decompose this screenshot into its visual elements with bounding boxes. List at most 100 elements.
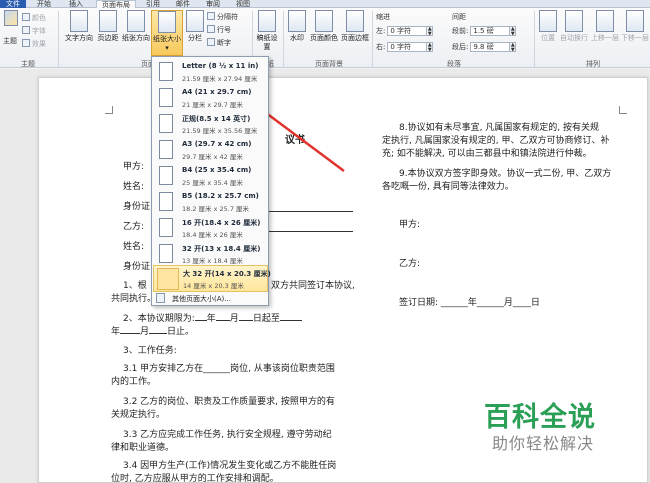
- tab-references[interactable]: 引用: [142, 0, 164, 8]
- paragraph-group-label: 段落: [447, 60, 461, 68]
- bring-forward-icon: [596, 10, 614, 32]
- indent-left-field[interactable]: 左: 0 字符 ▲ ▼: [376, 26, 434, 37]
- indent-right-field[interactable]: 右: 0 字符 ▲ ▼: [376, 42, 434, 53]
- page-icon: [159, 114, 173, 133]
- paper-size-32k[interactable]: 32 开(13 x 18.4 厘米) 13 厘米 x 18.4 厘米: [153, 241, 268, 268]
- arrange-group-label: 排列: [586, 60, 600, 68]
- theme-fonts-button[interactable]: 字体: [22, 26, 46, 37]
- more-paper-sizes-button[interactable]: 其他页面大小(A)...: [172, 294, 231, 304]
- margins-button[interactable]: 页边距: [96, 10, 120, 56]
- paper-size-16k[interactable]: 16 开(18.4 x 26 厘米) 18.4 厘米 x 26 厘米: [153, 215, 268, 242]
- spinner-arrows-icon[interactable]: ▲ ▼: [427, 26, 434, 37]
- name-label: 姓名:: [123, 182, 145, 192]
- paper-size-b5[interactable]: B5 (18.2 x 25.7 cm) 18.2 厘米 x 25.7 厘米: [153, 189, 268, 216]
- tab-review[interactable]: 审阅: [202, 0, 224, 8]
- spacing-before-field[interactable]: 段前: 1.5 磅 ▲ ▼: [452, 26, 517, 37]
- ribbon: 主题 颜色 字体 效果 主题 文字方向 页边距 纸张方向 纸张大小 ▾ 分栏 分…: [0, 8, 650, 68]
- clause-1-start: 1、根: [123, 281, 147, 291]
- theme-colors-button[interactable]: 颜色: [22, 13, 46, 24]
- line-numbers-icon: [207, 25, 215, 33]
- page-background-group-label: 页面背景: [315, 60, 343, 68]
- signature-party-b: 乙方:: [399, 259, 421, 269]
- manuscript-icon: [258, 10, 276, 32]
- theme-effects-button[interactable]: 效果: [22, 39, 46, 50]
- spinner-arrows-icon[interactable]: ▲ ▼: [427, 42, 434, 53]
- page-borders-button[interactable]: 页面边框: [340, 10, 370, 56]
- position-icon: [539, 10, 557, 32]
- bring-forward-button[interactable]: 上移一层: [590, 10, 620, 56]
- party-b-label: 乙方:: [123, 222, 145, 232]
- clause-3-1: 3.1 甲方安排乙方在______岗位, 从事该岗位职责范围: [123, 364, 335, 374]
- id-label: 身份证: [123, 262, 151, 272]
- separator: [372, 11, 373, 67]
- tab-file[interactable]: 文件: [0, 0, 26, 8]
- page-icon: [159, 244, 173, 263]
- paper-size-b4[interactable]: B4 (25 x 35.4 cm) 25 厘米 x 35.4 厘米: [153, 163, 268, 190]
- tab-insert[interactable]: 插入: [64, 0, 88, 8]
- paper-size-a4[interactable]: A4 (21 x 29.7 cm) 21 厘米 x 29.7 厘米: [153, 85, 268, 112]
- ribbon-tab-bar: 文件 开始 插入 页面布局 引用 邮件 审阅 视图: [0, 0, 650, 9]
- page-icon: [157, 268, 179, 290]
- site-watermark-subtitle: 助你轻松解决: [492, 434, 595, 453]
- watermark-button[interactable]: 水印: [287, 10, 307, 56]
- breaks-button[interactable]: 分隔符: [207, 12, 238, 23]
- id-label: 身份证: [123, 202, 151, 212]
- paper-size-letter[interactable]: Letter (8 ½ x 11 in) 21.59 厘米 x 27.94 厘米: [153, 59, 268, 86]
- clause-2-line2: 年月日止。: [111, 327, 195, 337]
- orientation-icon: [127, 10, 145, 32]
- clause-9-line2: 各吃嘅一份, 具有同等法律效力。: [382, 182, 514, 192]
- sign-date: 签订日期: ______年______月____日: [399, 298, 540, 308]
- position-button[interactable]: 位置: [537, 10, 559, 56]
- page-icon: [159, 192, 173, 211]
- page-icon: [159, 166, 173, 185]
- spinner-arrows-icon[interactable]: ▲ ▼: [510, 42, 517, 53]
- hyphenation-button[interactable]: 断字: [207, 38, 231, 49]
- paper-size-big-32k[interactable]: 大 32 开(14 x 20.3 厘米) 14 厘米 x 20.3 厘米: [153, 265, 271, 292]
- tab-view[interactable]: 视图: [232, 0, 254, 8]
- clause-8-line3: 充; 如不能解决, 可以由三都县中和镇法院进行仲裁。: [382, 149, 592, 159]
- line-numbers-button[interactable]: 行号: [207, 25, 231, 36]
- columns-button[interactable]: 分栏: [185, 10, 205, 56]
- doc-title-fragment: 议书: [285, 135, 305, 146]
- margin-corner-mark: [105, 106, 113, 114]
- send-backward-icon: [626, 10, 644, 32]
- page-icon: [159, 88, 173, 107]
- paper-size-dropdown[interactable]: Letter (8 ½ x 11 in) 21.59 厘米 x 27.94 厘米…: [151, 56, 271, 306]
- paper-size-legal[interactable]: 正规(8.5 x 14 英寸) 21.59 厘米 x 35.56 厘米: [153, 111, 268, 138]
- clause-3-1-line2: 内的工作。: [111, 377, 157, 387]
- text-direction-icon: [70, 10, 88, 32]
- send-backward-button[interactable]: 下移一层: [620, 10, 650, 56]
- tab-mailings[interactable]: 邮件: [172, 0, 194, 8]
- margins-icon: [99, 10, 117, 32]
- clause-3-2: 3.2 乙方的岗位、职责及工作质量要求, 按照甲方的有: [123, 397, 335, 407]
- clause-1-line2: 共同执行。: [111, 294, 157, 304]
- spacing-after-field[interactable]: 段后: 9.8 磅 ▲ ▼: [452, 42, 517, 53]
- wrap-text-button[interactable]: 自动换行: [559, 10, 589, 56]
- tab-page-layout[interactable]: 页面布局: [96, 0, 136, 9]
- blank-line: [269, 211, 353, 212]
- page-color-button[interactable]: 页面颜色: [309, 10, 339, 56]
- more-sizes-icon: [156, 293, 165, 303]
- breaks-icon: [207, 12, 215, 20]
- effects-icon: [22, 39, 30, 47]
- paper-size-a3[interactable]: A3 (29.7 x 42 cm) 29.7 厘米 x 42 厘米: [153, 137, 268, 164]
- text-direction-button[interactable]: 文字方向: [63, 10, 95, 56]
- paper-size-button[interactable]: 纸张大小 ▾: [151, 10, 183, 56]
- themes-label: 主题: [3, 37, 17, 45]
- clause-2-text: 2、本协议期限为: 年月日起至: [123, 312, 302, 326]
- separator: [58, 11, 59, 67]
- separator: [283, 11, 284, 67]
- orientation-button[interactable]: 纸张方向: [121, 10, 151, 56]
- site-watermark-title: 百科全说: [484, 402, 596, 433]
- clause-8-line2: 定执行, 凡属国家没有规定的, 甲、乙双方可协商修订、补: [382, 136, 610, 146]
- themes-button[interactable]: [2, 10, 20, 56]
- clause-3-3-line2: 律和职业道德。: [111, 443, 175, 453]
- tab-start[interactable]: 开始: [32, 0, 56, 8]
- indent-label: 缩进: [376, 13, 390, 21]
- theme-group-label: 主题: [21, 60, 35, 68]
- clause-8: 8.协议如有未尽事宜, 凡属国家有规定的, 按有关规: [399, 123, 600, 133]
- wrap-text-icon: [565, 10, 583, 32]
- spinner-arrows-icon[interactable]: ▲ ▼: [510, 26, 517, 37]
- manuscript-settings-button[interactable]: 稿纸设置: [256, 10, 278, 56]
- hyphenation-icon: [207, 38, 215, 46]
